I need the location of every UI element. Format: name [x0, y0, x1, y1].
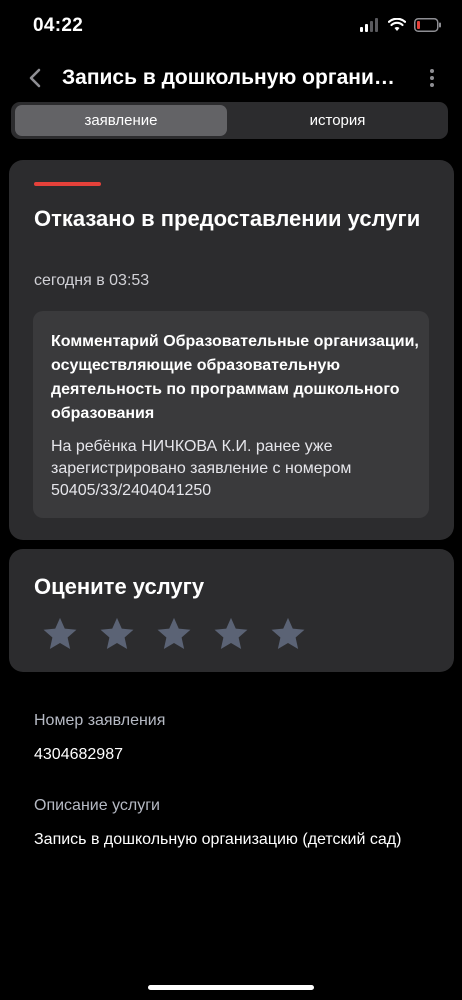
star-icon[interactable] [98, 615, 136, 653]
application-number-label: Номер заявления [34, 712, 166, 729]
service-description-label: Описание услуги [34, 797, 160, 814]
star-icon[interactable] [269, 615, 307, 653]
more-icon-dot [430, 69, 434, 73]
chevron-left-icon [29, 68, 41, 88]
more-icon-dot [430, 76, 434, 80]
tab-application[interactable]: заявление [15, 105, 227, 136]
more-icon-dot [430, 83, 434, 87]
back-button[interactable] [22, 64, 50, 92]
page-title: Запись в дошкольную организацию (детский… [62, 66, 402, 89]
status-icons [360, 18, 442, 32]
comment-box: Комментарий Образовательные организации,… [33, 311, 429, 518]
battery-icon [414, 18, 441, 32]
application-number-value: 4304682987 [34, 746, 123, 763]
service-description-value: Запись в дошкольную организацию (детский… [34, 831, 402, 848]
comment-title: Комментарий Образовательные организации,… [51, 333, 419, 422]
star-icon[interactable] [41, 615, 79, 653]
status-accent-bar [34, 182, 101, 186]
status-card: Отказано в предоставлении услуги сегодня… [9, 160, 454, 540]
comment-text: На ребёнка НИЧКОВА К.И. ранее уже зареги… [51, 438, 352, 499]
rating-card: Оцените услугу [9, 549, 454, 672]
home-indicator [148, 985, 314, 990]
wifi-icon [388, 18, 406, 31]
status-time: 04:22 [33, 15, 84, 36]
star-rating [41, 615, 307, 653]
more-options-button[interactable] [422, 66, 442, 90]
status-title: Отказано в предоставлении услуги [34, 206, 421, 231]
segmented-tabs: заявление история [11, 102, 448, 139]
star-icon[interactable] [155, 615, 193, 653]
tab-history[interactable]: история [231, 105, 444, 136]
signal-icon [360, 18, 378, 32]
star-icon[interactable] [212, 615, 250, 653]
nav-bar: Запись в дошкольную организацию (детский… [0, 56, 462, 100]
status-timestamp: сегодня в 03:53 [34, 272, 150, 289]
rating-title: Оцените услугу [34, 574, 205, 599]
status-bar: 04:22 [0, 0, 462, 56]
